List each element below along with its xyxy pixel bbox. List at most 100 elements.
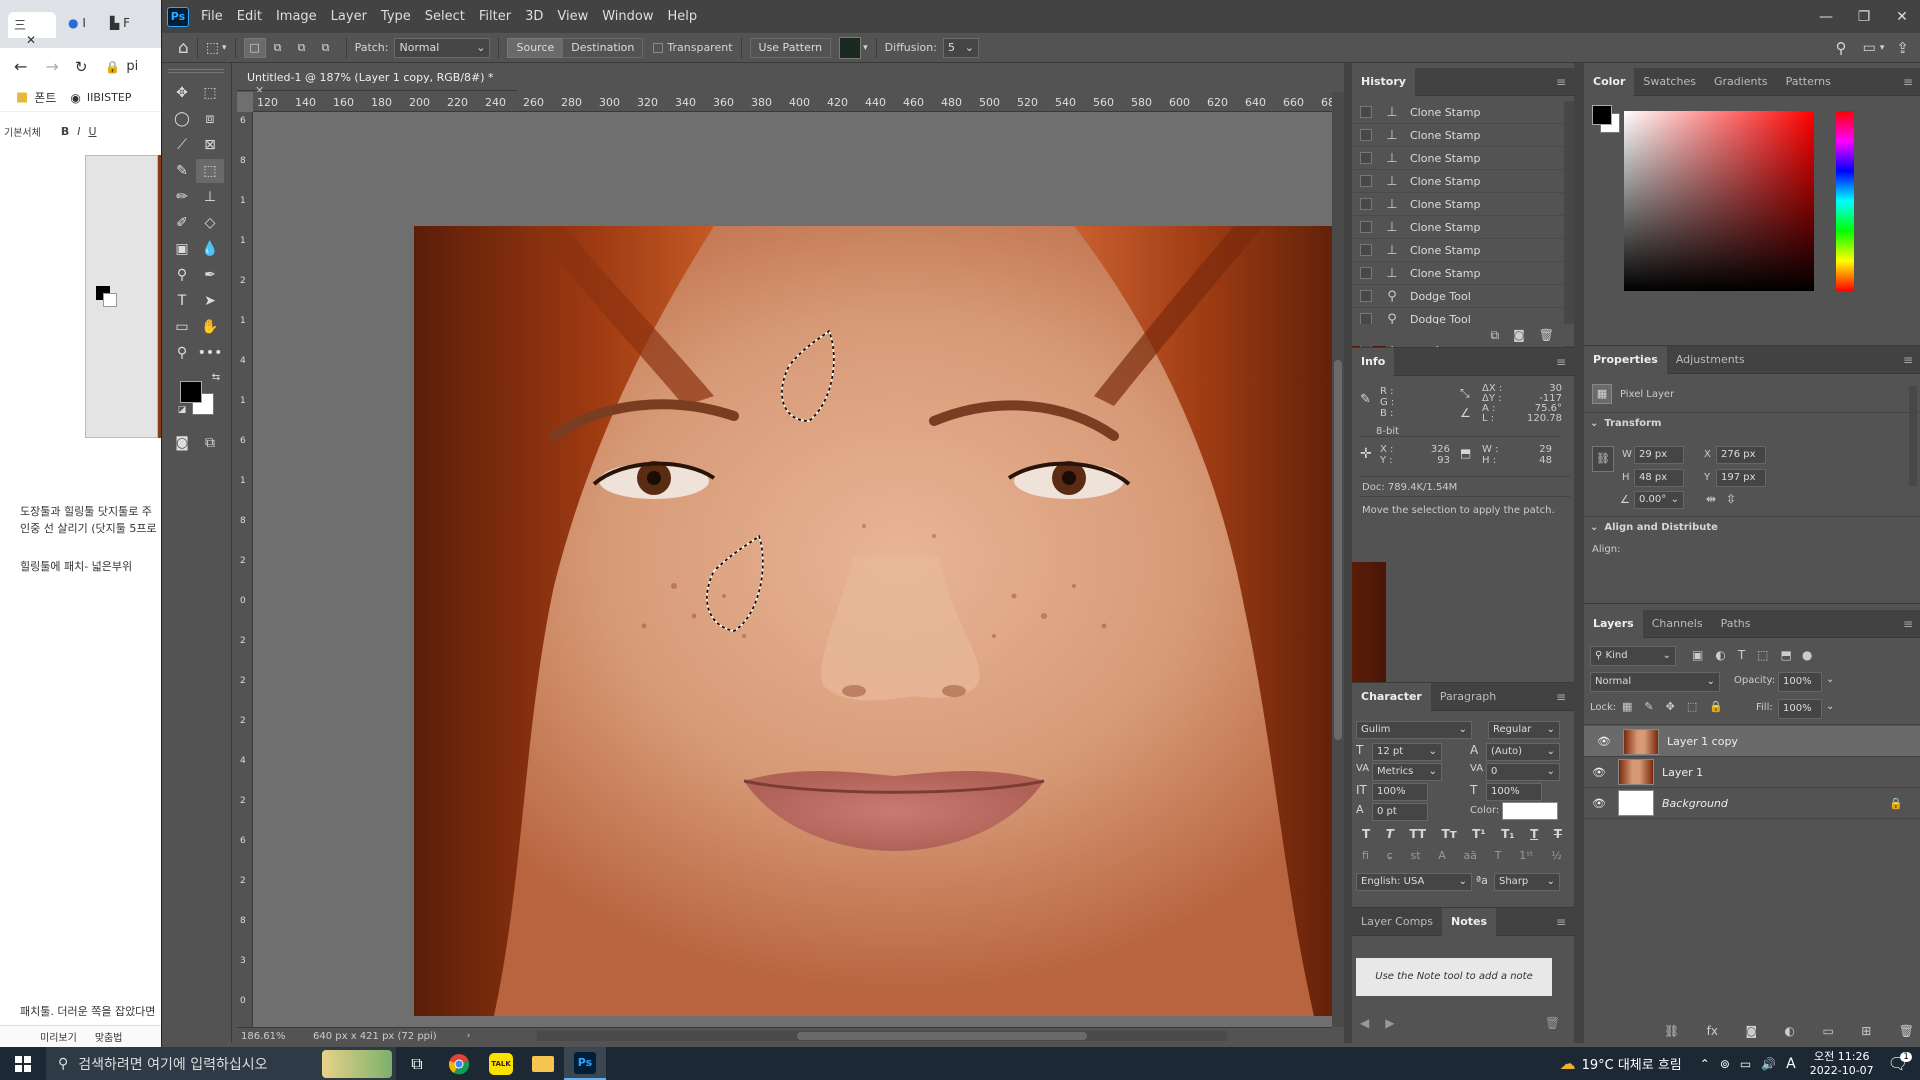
menu-filter[interactable]: Filter — [479, 9, 511, 24]
close-icon[interactable]: ✕ — [26, 33, 36, 47]
vertical-ruler[interactable]: 6 8 1 1 2 1 4 1 6 1 8 2 0 2 2 2 4 2 6 2 8 3 0 — [237, 112, 253, 1030]
swap-colors-icon[interactable]: ⇆ — [202, 371, 230, 385]
blur-tool-icon[interactable]: 💧 — [196, 237, 224, 261]
panel-menu-icon[interactable]: ≡ — [1903, 353, 1913, 367]
type-tool-icon[interactable]: T — [168, 289, 196, 313]
new-document-from-state-icon[interactable]: ⧉ — [1491, 328, 1500, 343]
panel-menu-icon[interactable]: ≡ — [1903, 75, 1913, 89]
layer-name[interactable]: Background — [1662, 797, 1728, 810]
filter-toggle-icon[interactable]: ● — [1802, 648, 1812, 662]
leading-select[interactable]: (Auto) ⌄ — [1486, 743, 1560, 761]
object-select-icon[interactable]: ⧈ — [196, 107, 224, 131]
eye-icon[interactable]: 👁 — [1588, 797, 1610, 810]
flip-vertical-icon[interactable]: ⇳ — [1726, 492, 1736, 506]
back-icon[interactable]: ← — [14, 57, 27, 76]
layer-row[interactable]: 👁 Layer 1 copy — [1584, 726, 1920, 757]
group-icon[interactable]: ▭ — [1822, 1024, 1833, 1038]
history-item[interactable]: ⊥ Clone Stamp — [1352, 216, 1574, 239]
faux-bold-button[interactable]: T — [1362, 827, 1370, 841]
transparent-checkbox[interactable] — [653, 42, 664, 53]
new-selection-icon[interactable]: □ — [243, 37, 266, 58]
bookmark-item[interactable]: IIBISTEP — [87, 91, 132, 104]
default-colors-icon[interactable]: ◪ — [168, 403, 196, 417]
share-icon[interactable]: ⇪ — [1896, 39, 1909, 57]
fill-input[interactable]: 100% — [1778, 699, 1822, 719]
swash-button[interactable]: st — [1410, 849, 1420, 862]
task-view-icon[interactable]: ⧉ — [396, 1047, 438, 1080]
lock-transparency-icon[interactable]: ▦ — [1622, 700, 1632, 713]
panel-grip[interactable] — [168, 69, 224, 73]
ordinal-button[interactable]: 1ˢᵗ — [1519, 849, 1533, 862]
menu-type[interactable]: Type — [381, 9, 411, 24]
layer-row[interactable]: 👁 Background 🔒 — [1584, 788, 1920, 819]
font-style-select[interactable]: Regular ⌄ — [1488, 721, 1560, 739]
history-snapshot-checkbox[interactable] — [1360, 290, 1372, 302]
panel-menu-icon[interactable]: ≡ — [1556, 355, 1566, 369]
tab-paragraph[interactable]: Paragraph — [1431, 683, 1505, 711]
notification-icon[interactable]: 🗨 1 — [1888, 1052, 1912, 1073]
panel-menu-icon[interactable]: ≡ — [1556, 690, 1566, 704]
workspace-icon[interactable]: ▭ — [1863, 40, 1876, 56]
history-item[interactable]: ⊥ Clone Stamp — [1352, 147, 1574, 170]
use-pattern-button[interactable]: Use Pattern — [749, 37, 832, 58]
tab-layers[interactable]: Layers — [1584, 609, 1643, 638]
chevron-down-icon[interactable]: ▾ — [222, 43, 227, 53]
faux-italic-button[interactable]: T — [1386, 827, 1394, 841]
add-selection-icon[interactable]: ⧉ — [266, 42, 290, 53]
gradient-tool-icon[interactable]: ▣ — [168, 237, 196, 261]
history-snapshot-checkbox[interactable] — [1360, 175, 1372, 187]
tab-layer-comps[interactable]: Layer Comps — [1352, 908, 1442, 936]
document-tab[interactable]: Untitled-1 @ 187% (Layer 1 copy, RGB/8#)… — [237, 65, 517, 97]
tab-properties[interactable]: Properties — [1584, 345, 1667, 374]
stamp-icon[interactable]: ⊥ — [196, 185, 224, 209]
taskbar-search[interactable]: ⚲ 검색하려면 여기에 입력하십시오 — [46, 1047, 396, 1080]
all-caps-button[interactable]: TT — [1409, 827, 1426, 841]
chevron-down-icon[interactable]: ⌄ — [1826, 701, 1834, 712]
crop-tool-icon[interactable]: ⟋ — [168, 133, 196, 157]
history-brush-icon[interactable]: ✐ — [168, 211, 196, 235]
display-icon[interactable]: ▭ — [1740, 1057, 1751, 1071]
history-snapshot-checkbox[interactable] — [1360, 267, 1372, 279]
eye-icon[interactable]: 👁 — [1588, 766, 1610, 779]
reload-icon[interactable]: ↻ — [75, 58, 88, 76]
menu-select[interactable]: Select — [425, 9, 465, 24]
document-image[interactable] — [414, 226, 1386, 1016]
marquee-tool-icon[interactable]: ⬚ — [196, 81, 224, 105]
tab-paths[interactable]: Paths — [1712, 610, 1760, 638]
history-snapshot-checkbox[interactable] — [1360, 221, 1372, 233]
home-icon[interactable]: ⌂ — [178, 38, 189, 58]
chevron-down-icon[interactable]: ⌄ — [1826, 674, 1834, 685]
history-item[interactable]: ⊥ Clone Stamp — [1352, 170, 1574, 193]
brush-tool-icon[interactable]: ✏ — [168, 185, 196, 209]
lasso-tool-icon[interactable]: ◯ — [168, 107, 196, 131]
history-item[interactable]: ⊥ Clone Stamp — [1352, 193, 1574, 216]
panel-divider[interactable] — [1344, 63, 1352, 1043]
history-item[interactable]: ⊥ Clone Stamp — [1352, 239, 1574, 262]
text-color-swatch[interactable] — [1502, 802, 1558, 820]
language-select[interactable]: English: USA ⌄ — [1356, 873, 1472, 891]
vertical-scale-input[interactable]: 100% — [1372, 783, 1428, 801]
menu-help[interactable]: Help — [668, 9, 698, 24]
path-select-icon[interactable]: ➤ — [196, 289, 224, 313]
flip-horizontal-icon[interactable]: ⇹ — [1706, 492, 1716, 506]
underline-button[interactable]: T — [1530, 827, 1538, 841]
search-icon[interactable]: ⚲ — [1836, 39, 1847, 57]
height-input[interactable]: 48 px — [1634, 469, 1684, 487]
bookmark-item[interactable]: 폰트 — [34, 89, 56, 106]
address-bar[interactable]: pi — [126, 59, 138, 74]
zoom-value[interactable]: 186.61% — [241, 1031, 289, 1042]
pen-tool-icon[interactable]: ✒ — [196, 263, 224, 287]
close-icon[interactable]: ✕ — [1883, 9, 1920, 25]
trash-icon[interactable]: 🗑 — [1899, 1024, 1914, 1038]
properties-scrollbar[interactable] — [1909, 386, 1917, 486]
filter-type-icon[interactable]: T — [1738, 648, 1745, 662]
font-select[interactable]: 기본서체 — [4, 124, 41, 139]
maximize-icon[interactable]: ❐ — [1845, 9, 1883, 25]
contextual-alt-button[interactable]: T — [1495, 849, 1502, 862]
zoom-tool-icon[interactable]: ⚲ — [168, 341, 196, 365]
panel-menu-icon[interactable]: ≡ — [1556, 75, 1566, 89]
previous-note-icon[interactable]: ◀ — [1360, 1016, 1369, 1030]
menu-image[interactable]: Image — [276, 9, 317, 24]
layer-name[interactable]: Layer 1 copy — [1667, 733, 1738, 751]
history-item[interactable]: ⚲ Dodge Tool — [1352, 285, 1574, 308]
